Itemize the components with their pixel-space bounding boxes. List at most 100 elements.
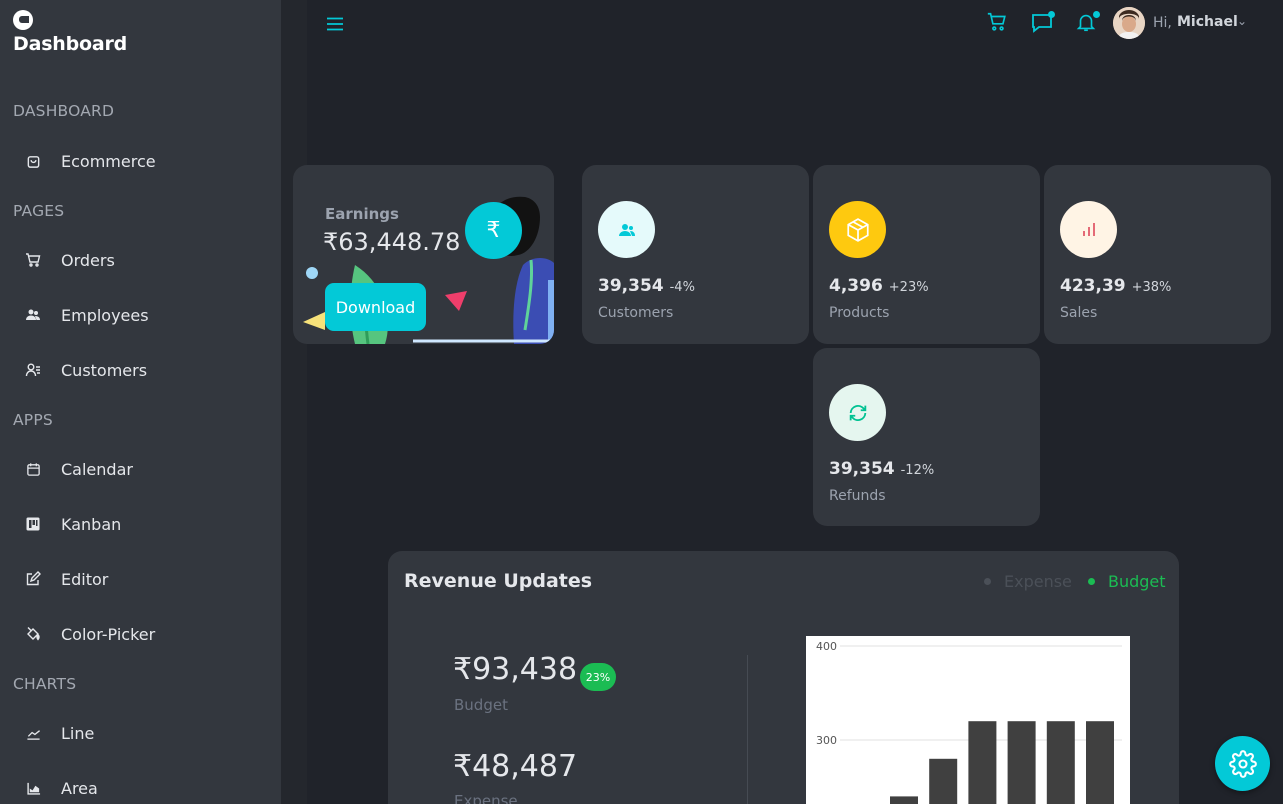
sidebar-item-label: Customers (61, 360, 148, 380)
section-title-pages: PAGES (13, 202, 65, 220)
download-button[interactable]: Download (325, 283, 426, 331)
products-percent: +23% (888, 280, 929, 295)
legend-expense[interactable]: Expense (984, 572, 1072, 591)
sales-value: 423,39 +38% (1060, 276, 1172, 296)
sidebar-item-customers[interactable]: Customers (0, 350, 281, 390)
sidebar-item-label: Orders (61, 250, 115, 270)
legend-label: Budget (1108, 572, 1166, 591)
sidebar-item-label: Calendar (61, 459, 133, 479)
sidebar-item-label: Kanban (61, 514, 122, 534)
brand[interactable]: Dashboard (13, 10, 127, 55)
sidebar: Dashboard DASHBOARD Ecommerce PAGES Orde… (0, 0, 281, 804)
employees-icon (24, 306, 42, 324)
chart-bar (968, 721, 997, 804)
rupee-button[interactable]: ₹ (465, 202, 522, 259)
divider (747, 655, 748, 804)
legend-dot (1088, 578, 1095, 585)
sales-percent: +38% (1131, 280, 1172, 295)
legend-budget[interactable]: Budget (1088, 572, 1166, 591)
kanban-icon (24, 515, 42, 533)
refunds-percent: -12% (900, 463, 935, 478)
box-icon (829, 201, 886, 258)
revenue-title: Revenue Updates (404, 570, 593, 592)
sidebar-item-kanban[interactable]: Kanban (0, 504, 281, 544)
area-chart-icon (24, 779, 42, 797)
products-label: Products (829, 305, 890, 321)
sidebar-item-orders[interactable]: Orders (0, 240, 281, 280)
customers-value: 39,354 -4% (598, 276, 695, 296)
sidebar-item-area[interactable]: Area (0, 768, 281, 804)
sidebar-item-employees[interactable]: Employees (0, 295, 281, 335)
brand-title: Dashboard (13, 33, 128, 55)
refunds-value: 39,354 -12% (829, 459, 935, 479)
sidebar-item-label: Editor (61, 569, 109, 589)
notification-dot (1093, 11, 1100, 18)
sidebar-item-line[interactable]: Line (0, 713, 281, 753)
chart-bar (1007, 721, 1036, 804)
content-gutter (281, 0, 307, 804)
customers-percent: -4% (669, 280, 695, 295)
shopping-bag-icon (24, 152, 42, 170)
chart-bar (929, 758, 958, 804)
revenue-updates-card: Revenue Updates Expense Budget ₹93,438 2… (388, 551, 1179, 804)
earnings-card: Earnings ₹63,448.78 ₹ Download (293, 165, 554, 344)
line-chart-icon (24, 724, 42, 742)
refunds-label: Refunds (829, 488, 886, 504)
sidebar-item-label: Color-Picker (61, 624, 156, 644)
revenue-chart-svg: 400 300 (816, 640, 1122, 804)
user-name[interactable]: Michael (1177, 14, 1238, 30)
legend-dot (984, 578, 991, 585)
chart-bar (890, 796, 918, 804)
paint-bucket-icon (24, 625, 42, 643)
sidebar-item-label: Line (61, 723, 95, 743)
products-stat-card[interactable]: 4,396 +23% Products (813, 165, 1040, 344)
avatar[interactable] (1113, 7, 1145, 39)
chart-bar (1086, 721, 1114, 804)
sidebar-item-color-picker[interactable]: Color-Picker (0, 614, 281, 654)
y-tick-label: 400 (816, 640, 837, 653)
brand-logo-icon (13, 10, 33, 30)
sidebar-item-editor[interactable]: Editor (0, 559, 281, 599)
cart-button[interactable] (986, 11, 1010, 35)
chevron-down-icon[interactable]: ⌄ (1237, 14, 1247, 28)
legend-label: Expense (1004, 572, 1072, 591)
sidebar-item-label: Employees (61, 305, 149, 325)
sales-label: Sales (1060, 305, 1098, 321)
section-title-charts: CHARTS (13, 675, 77, 693)
expense-value: ₹48,487 (453, 749, 578, 784)
budget-label: Budget (454, 696, 508, 714)
expense-label: Expense (454, 792, 518, 804)
revenue-chart: 400 300 (806, 636, 1130, 804)
budget-badge: 23% (580, 663, 616, 691)
sales-stat-card[interactable]: 423,39 +38% Sales (1044, 165, 1271, 344)
customers-icon (598, 201, 655, 258)
gear-icon (1228, 749, 1257, 778)
customers-stat-card[interactable]: 39,354 -4% Customers (582, 165, 809, 344)
budget-value: ₹93,438 (453, 652, 578, 687)
rupee-icon: ₹ (486, 218, 501, 243)
user-avatar-image (1113, 7, 1145, 39)
settings-button[interactable] (1215, 736, 1270, 791)
sidebar-item-ecommerce[interactable]: Ecommerce (0, 141, 281, 181)
customers-label: Customers (598, 305, 674, 321)
sidebar-item-calendar[interactable]: Calendar (0, 449, 281, 489)
greeting-text: Hi, (1153, 15, 1172, 31)
bar-chart-icon (1060, 201, 1117, 258)
edit-icon (24, 570, 42, 588)
earnings-label: Earnings (325, 205, 399, 223)
sidebar-item-label: Ecommerce (61, 151, 156, 171)
section-title-apps: APPS (13, 411, 53, 429)
y-tick-label: 300 (816, 734, 837, 747)
refresh-icon (829, 384, 886, 441)
cart-icon (987, 12, 1006, 31)
menu-toggle-button[interactable] (325, 14, 345, 34)
cart-icon (24, 251, 42, 269)
earnings-value: ₹63,448.78 (323, 228, 461, 256)
hamburger-icon (327, 17, 343, 31)
section-title-dashboard: DASHBOARD (13, 102, 115, 120)
refunds-stat-card[interactable]: 39,354 -12% Refunds (813, 348, 1040, 526)
calendar-icon (24, 460, 42, 478)
customers-icon (24, 361, 42, 379)
chat-notification-dot (1048, 11, 1055, 18)
products-value: 4,396 +23% (829, 276, 929, 296)
